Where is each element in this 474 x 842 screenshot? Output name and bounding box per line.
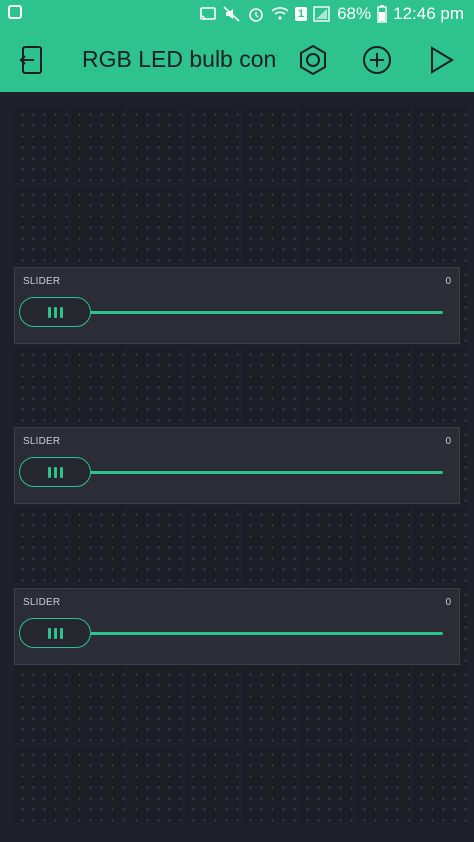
slider-label: SLIDER: [23, 436, 61, 447]
grid-cell: [185, 346, 239, 423]
settings-button[interactable]: [295, 42, 331, 78]
notification-icon: [8, 5, 22, 19]
grip-icon: [53, 627, 57, 639]
grid-cell: [14, 106, 68, 183]
exit-icon: [19, 46, 42, 74]
slider-track[interactable]: [85, 632, 443, 635]
grid-cell: [14, 666, 68, 743]
slider-widget-3[interactable]: SLIDER 0: [14, 588, 460, 665]
grid-cell: [299, 346, 353, 423]
grip-icon: [53, 306, 57, 318]
dashboard-canvas[interactable]: SLIDER 0 SLIDER 0 SLIDER 0: [0, 92, 474, 842]
add-widget-button[interactable]: [359, 42, 395, 78]
grid-cell: [185, 746, 239, 823]
slider-track[interactable]: [85, 471, 443, 474]
grip-icon: [47, 306, 51, 318]
grid-cell: [71, 666, 125, 743]
grid-cell: [185, 506, 239, 583]
hexagon-nut-icon: [300, 44, 326, 76]
status-icons: 1 68% 12:46 pm: [199, 3, 464, 25]
grip-icon: [47, 466, 51, 478]
grip-icon: [47, 627, 51, 639]
grid-cell: [242, 506, 296, 583]
grid-cell: [14, 346, 68, 423]
slider-value: 0: [445, 436, 451, 447]
grid-cell: [71, 106, 125, 183]
grid-cell: [185, 186, 239, 263]
grid-cell: [242, 666, 296, 743]
grid-cell: [356, 746, 410, 823]
grip-icon: [59, 627, 63, 639]
sim-badge: 1: [295, 7, 308, 21]
grid-cell: [128, 746, 182, 823]
play-icon: [431, 46, 454, 74]
grip-icon: [53, 466, 57, 478]
grid-cell: [242, 746, 296, 823]
grid-cell: [356, 506, 410, 583]
grid-cell: [356, 346, 410, 423]
slider-label: SLIDER: [23, 276, 61, 287]
grid-cell: [128, 666, 182, 743]
slider-value: 0: [445, 276, 451, 287]
grid-cell: [413, 346, 467, 423]
grid-cell: [242, 186, 296, 263]
grid-cell: [128, 106, 182, 183]
grid-cell: [413, 666, 467, 743]
grid-cell: [242, 106, 296, 183]
slider-track[interactable]: [85, 311, 443, 314]
grid-cell: [128, 186, 182, 263]
grid-cell: [299, 186, 353, 263]
grid-cell: [413, 746, 467, 823]
grid-cell: [185, 106, 239, 183]
grid-cell: [14, 746, 68, 823]
grid-cell: [242, 346, 296, 423]
grid-cell: [128, 346, 182, 423]
signal-icon: [313, 6, 330, 22]
grid-cell: [14, 186, 68, 263]
wifi-icon: [271, 7, 289, 20]
play-button[interactable]: [423, 42, 459, 78]
grid-cell: [71, 506, 125, 583]
grid-cell: [356, 186, 410, 263]
slider-handle[interactable]: [19, 457, 91, 487]
grid-cell: [71, 746, 125, 823]
plus-circle-icon: [363, 46, 391, 74]
app-bar: RGB LED bulb contrc: [0, 28, 474, 92]
grid-cell: [128, 506, 182, 583]
grid-cell: [356, 106, 410, 183]
grid-cell: [185, 666, 239, 743]
exit-button[interactable]: [14, 42, 50, 78]
grid-cell: [299, 746, 353, 823]
grid-cell: [413, 106, 467, 183]
grid-cell: [356, 666, 410, 743]
grid-cell: [413, 186, 467, 263]
grid-cell: [299, 506, 353, 583]
project-title: RGB LED bulb contrc: [82, 46, 277, 72]
grip-icon: [59, 466, 63, 478]
battery-icon: [377, 5, 387, 23]
slider-widget-2[interactable]: SLIDER 0: [14, 427, 460, 504]
clock: 12:46 pm: [393, 4, 464, 23]
grid-cell: [299, 666, 353, 743]
cast-icon: [200, 7, 216, 21]
slider-handle[interactable]: [19, 297, 91, 327]
grid-cell: [413, 506, 467, 583]
grid-cell: [71, 186, 125, 263]
status-bar: 1 68% 12:46 pm: [0, 0, 474, 28]
slider-value: 0: [445, 597, 451, 608]
grid-cell: [299, 106, 353, 183]
mute-icon: [223, 6, 240, 22]
battery-percent: 68%: [337, 4, 372, 23]
grid-cell: [14, 506, 68, 583]
grip-icon: [59, 306, 63, 318]
slider-handle[interactable]: [19, 618, 91, 648]
alarm-icon: [249, 8, 263, 22]
grid-cell: [71, 346, 125, 423]
slider-widget-1[interactable]: SLIDER 0: [14, 267, 460, 344]
slider-label: SLIDER: [23, 597, 61, 608]
